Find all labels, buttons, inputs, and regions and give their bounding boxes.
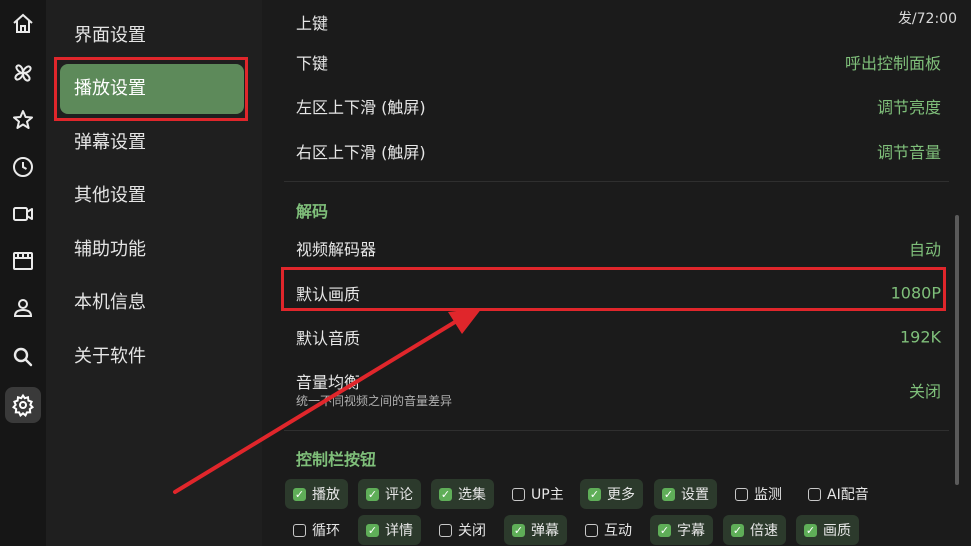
setting-value: 关闭 — [908, 382, 941, 401]
category-playback[interactable]: 播放设置 — [60, 64, 244, 114]
setting-row-volume-balance[interactable]: 音量均衡 统一不同视频之间的音量差异 关闭 — [296, 364, 941, 414]
checkbox-danmaku[interactable]: ✓ 弹幕 — [504, 515, 567, 545]
gear-icon[interactable] — [5, 387, 41, 423]
icon-rail — [0, 0, 46, 546]
section-title-control-bar: 控制栏按钮 — [296, 450, 377, 469]
setting-label: 左区上下滑 (触屏) — [296, 98, 426, 117]
video-camera-icon[interactable] — [5, 196, 41, 232]
check-icon: ✓ — [804, 523, 817, 537]
user-icon[interactable] — [5, 290, 41, 326]
setting-row-left-swipe[interactable]: 左区上下滑 (触屏) 调节亮度 — [296, 84, 941, 128]
checkbox-speed[interactable]: ✓ 倍速 — [723, 515, 786, 545]
setting-label: 默认音质 — [296, 329, 361, 348]
checkbox-monitor[interactable]: 监测 — [727, 479, 790, 509]
checkbox-loop[interactable]: 循环 — [285, 515, 348, 545]
category-accessibility[interactable]: 辅助功能 — [60, 225, 244, 275]
checkbox-uploader[interactable]: UP主 — [504, 479, 572, 509]
checkbox-label: 弹幕 — [531, 523, 559, 539]
checkbox-label: 详情 — [385, 523, 413, 539]
checkbox-empty-icon — [293, 523, 306, 537]
setting-row-video-decoder[interactable]: 视频解码器 自动 — [296, 226, 941, 270]
setting-row-default-audio[interactable]: 默认音质 192K — [296, 315, 941, 359]
checkbox-empty-icon — [439, 523, 452, 537]
divider — [284, 430, 949, 431]
check-icon: ✓ — [662, 487, 675, 501]
search-icon[interactable] — [5, 339, 41, 375]
checkbox-comment[interactable]: ✓ 评论 — [358, 479, 421, 509]
checkbox-label: AI配音 — [827, 487, 869, 503]
checkbox-label: 画质 — [823, 523, 851, 539]
checkbox-label: 评论 — [385, 487, 413, 503]
setting-row-up-key[interactable]: 上键 — [296, 0, 941, 44]
settings-category-list: 界面设置 播放设置 弹幕设置 其他设置 辅助功能 本机信息 关于软件 — [46, 0, 262, 546]
checkbox-label: 更多 — [607, 487, 635, 503]
checkbox-empty-icon — [512, 487, 525, 501]
checkbox-label: 设置 — [681, 487, 709, 503]
checkbox-label: UP主 — [531, 487, 564, 503]
checkbox-close[interactable]: 关闭 — [431, 515, 494, 545]
setting-value: 呼出控制面板 — [844, 54, 941, 73]
checkbox-settings[interactable]: ✓ 设置 — [654, 479, 717, 509]
star-icon[interactable] — [5, 102, 41, 138]
category-about[interactable]: 关于软件 — [60, 332, 244, 382]
setting-value: 自动 — [908, 240, 941, 259]
home-icon[interactable] — [5, 6, 41, 42]
check-icon: ✓ — [439, 487, 452, 501]
setting-value: 192K — [899, 327, 941, 347]
category-device-info[interactable]: 本机信息 — [60, 278, 244, 328]
clock-icon[interactable] — [5, 149, 41, 185]
check-icon: ✓ — [588, 487, 601, 501]
check-icon: ✓ — [293, 487, 306, 501]
checkbox-more[interactable]: ✓ 更多 — [580, 479, 643, 509]
check-icon: ✓ — [512, 523, 525, 537]
checkbox-empty-icon — [585, 523, 598, 537]
pinwheel-icon[interactable] — [5, 55, 41, 91]
checkbox-episodes[interactable]: ✓ 选集 — [431, 479, 494, 509]
checkbox-label: 互动 — [604, 523, 632, 539]
setting-value: 调节音量 — [876, 143, 941, 162]
checkbox-empty-icon — [735, 487, 748, 501]
setting-label: 视频解码器 — [296, 240, 377, 259]
checkbox-label: 播放 — [312, 487, 340, 503]
setting-row-down-key[interactable]: 下键 呼出控制面板 — [296, 40, 941, 84]
setting-label: 下键 — [296, 54, 329, 73]
category-danmaku[interactable]: 弹幕设置 — [60, 118, 244, 168]
checkbox-quality[interactable]: ✓ 画质 — [796, 515, 859, 545]
checkbox-ai-dub[interactable]: AI配音 — [800, 479, 877, 509]
checkbox-label: 字幕 — [677, 523, 705, 539]
setting-description: 统一不同视频之间的音量差异 — [296, 394, 453, 408]
checkbox-subtitles[interactable]: ✓ 字幕 — [650, 515, 713, 545]
checkbox-play[interactable]: ✓ 播放 — [285, 479, 348, 509]
setting-label: 音量均衡 — [296, 373, 361, 392]
setting-row-right-swipe[interactable]: 右区上下滑 (触屏) 调节音量 — [296, 129, 941, 173]
checkbox-details[interactable]: ✓ 详情 — [358, 515, 421, 545]
setting-row-default-quality[interactable]: 默认画质 1080P — [296, 271, 941, 315]
check-icon: ✓ — [658, 523, 671, 537]
checkbox-label: 监测 — [754, 487, 782, 503]
scrollbar[interactable] — [955, 215, 959, 485]
film-icon[interactable] — [5, 243, 41, 279]
setting-label: 默认画质 — [296, 285, 361, 304]
category-other[interactable]: 其他设置 — [60, 171, 244, 221]
setting-label: 右区上下滑 (触屏) — [296, 143, 426, 162]
settings-content: 发/72:00 上键 下键 呼出控制面板 左区上下滑 (触屏) 调节亮度 右区上… — [262, 0, 971, 546]
checkbox-label: 倍速 — [750, 523, 778, 539]
checkbox-empty-icon — [808, 487, 821, 501]
check-icon: ✓ — [731, 523, 744, 537]
section-title-decode: 解码 — [296, 202, 329, 221]
checkbox-label: 选集 — [458, 487, 486, 503]
check-icon: ✓ — [366, 523, 379, 537]
check-icon: ✓ — [366, 487, 379, 501]
divider — [284, 181, 949, 182]
checkbox-label: 关闭 — [458, 523, 486, 539]
setting-value: 调节亮度 — [876, 98, 941, 117]
category-interface[interactable]: 界面设置 — [60, 11, 244, 61]
setting-label: 上键 — [296, 14, 329, 33]
checkbox-label: 循环 — [312, 523, 340, 539]
setting-value: 1080P — [890, 283, 941, 303]
checkbox-interact[interactable]: 互动 — [577, 515, 640, 545]
